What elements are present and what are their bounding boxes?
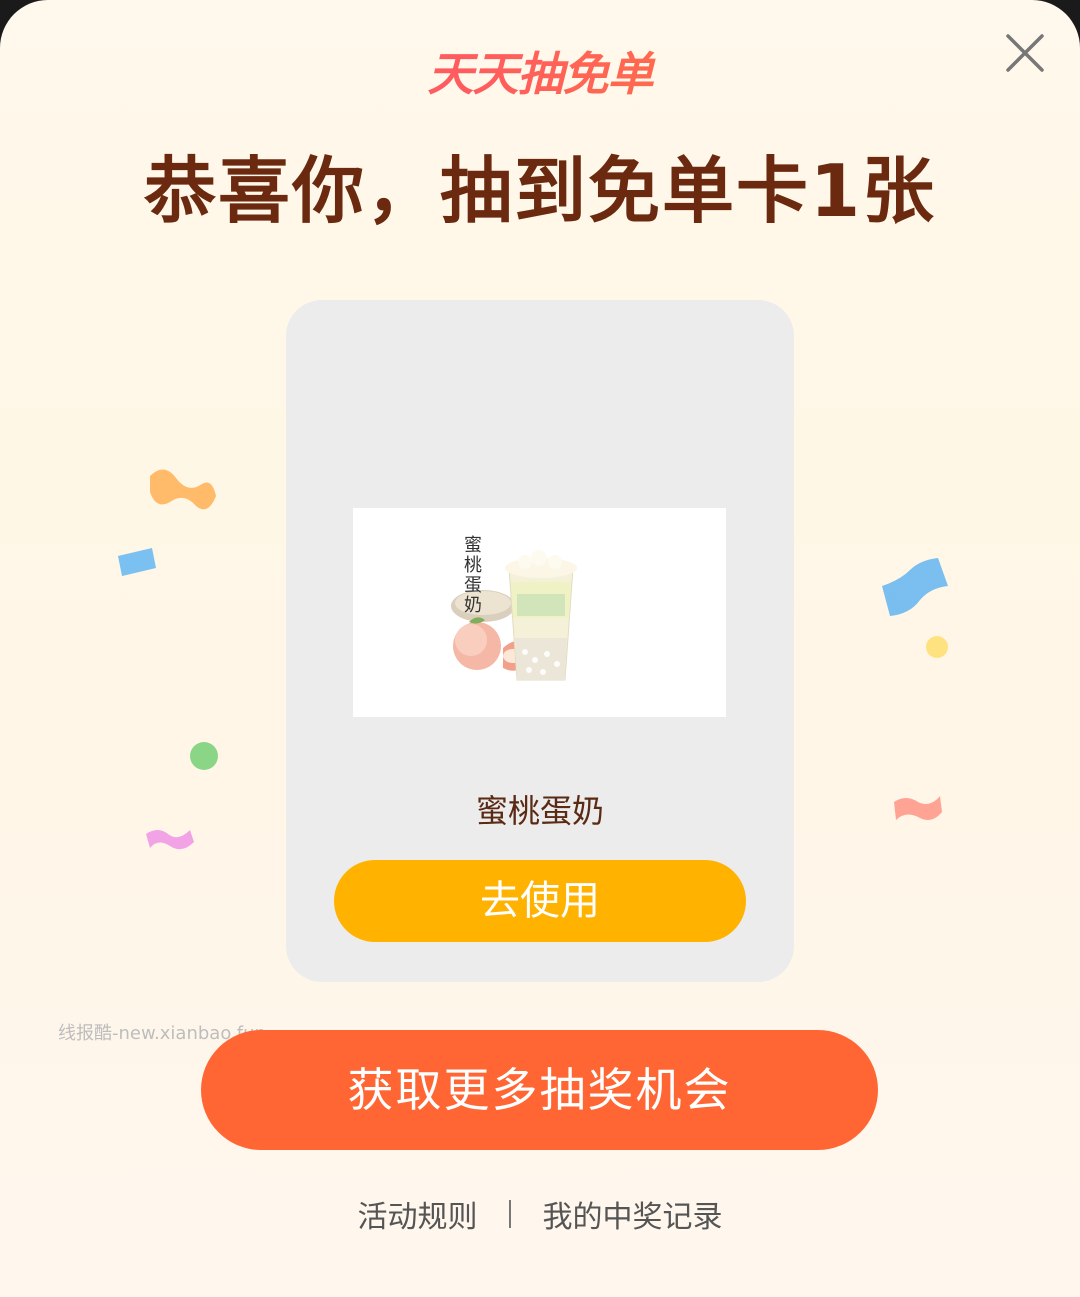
more-chances-button[interactable]: 获取更多抽奖机会: [201, 1030, 878, 1150]
confetti-green-dot: [190, 742, 218, 770]
prize-card: 蜜桃蛋奶 蜜桃蛋奶 去使用: [286, 300, 794, 982]
close-icon[interactable]: [1002, 30, 1048, 76]
brand-logo: 天天抽免单: [0, 38, 1080, 104]
footer-links: 活动规则 我的中奖记录: [0, 1192, 1080, 1236]
image-caption: 蜜桃蛋奶: [464, 535, 482, 616]
product-name: 蜜桃蛋奶: [475, 792, 604, 830]
rules-link[interactable]: 活动规则: [357, 1192, 477, 1236]
use-now-button[interactable]: 去使用: [334, 860, 746, 942]
product-illustration: [451, 550, 577, 681]
confetti-orange-ribbon: [150, 469, 216, 510]
prize-modal: 天天抽免单 恭喜你，抽到免单卡1张 蜜桃蛋奶 蜜桃蛋奶 去使用 线报酷-new.…: [0, 0, 1080, 1297]
confetti-yellow-dot: [926, 636, 948, 658]
confetti-blue-small: [118, 548, 156, 576]
confetti-blue-ribbon: [882, 558, 948, 616]
confetti-pink-ribbon: [146, 830, 194, 850]
congrats-headline: 恭喜你，抽到免单卡1张: [143, 149, 937, 233]
confetti-salmon-ribbon: [894, 796, 942, 820]
footer-separator: [509, 1200, 511, 1228]
prize-records-link[interactable]: 我的中奖记录: [543, 1192, 723, 1236]
product-image: 蜜桃蛋奶: [353, 508, 726, 717]
